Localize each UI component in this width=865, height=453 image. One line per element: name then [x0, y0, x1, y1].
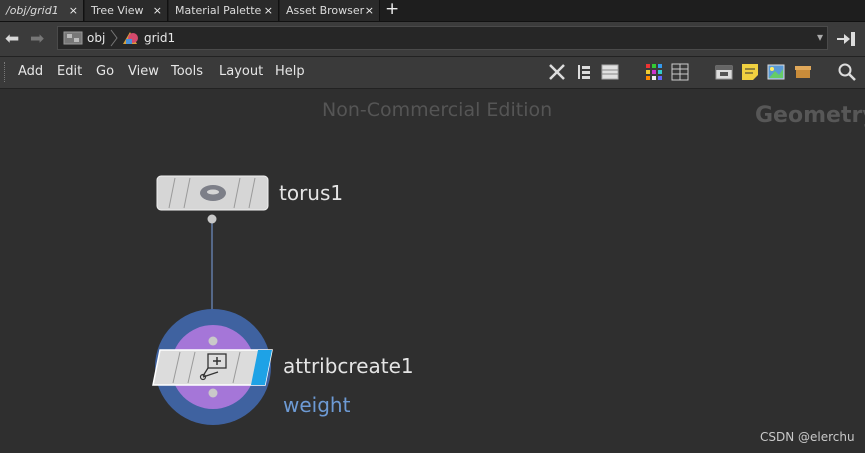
- node-graph: [152, 175, 273, 425]
- torus1-output-connector[interactable]: [207, 214, 217, 224]
- torus-icon: [200, 185, 226, 201]
- torus1-node[interactable]: [156, 175, 269, 211]
- attribcreate1-input-connector[interactable]: [208, 336, 218, 346]
- attribcreate1-output-connector[interactable]: [208, 388, 218, 398]
- source-credit: CSDN @elerchu: [760, 430, 855, 444]
- node-label-torus1: torus1: [279, 181, 344, 205]
- attribcreate1-node[interactable]: [152, 349, 273, 386]
- node-parameter-label: weight: [283, 393, 351, 417]
- node-label-attribcreate1: attribcreate1: [283, 354, 414, 378]
